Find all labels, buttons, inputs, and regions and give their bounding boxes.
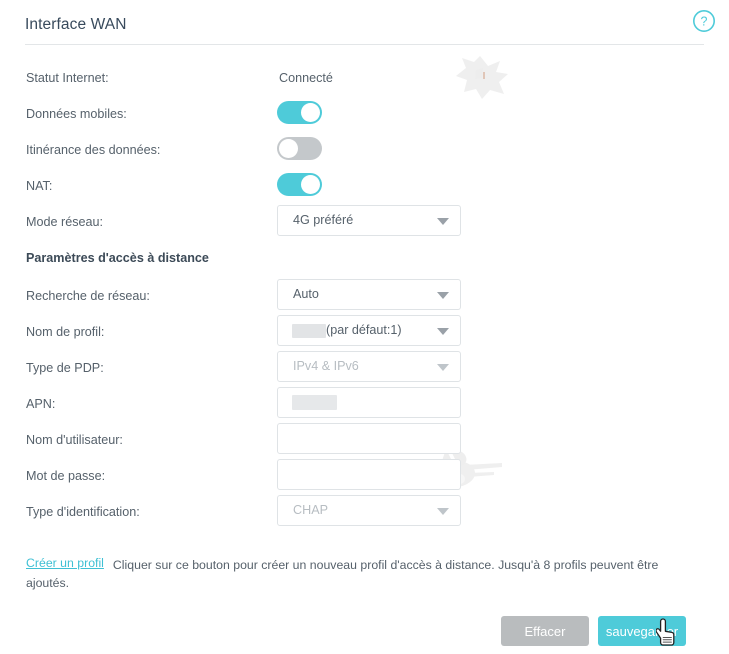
- label-password: Mot de passe:: [26, 469, 106, 483]
- apn-input[interactable]: [277, 387, 461, 418]
- redacted-profile-name: [292, 324, 326, 338]
- save-button[interactable]: sauvegarder: [598, 616, 686, 646]
- dropdown-network-search-value: Auto: [293, 287, 319, 301]
- row-network-search: Recherche de réseau: Auto: [0, 279, 729, 311]
- dropdown-network-search[interactable]: Auto: [277, 279, 461, 310]
- chevron-down-icon: [437, 364, 449, 371]
- label-network-mode: Mode réseau:: [26, 215, 104, 229]
- row-password: Mot de passe:: [0, 459, 729, 491]
- row-username: Nom d'utilisateur:: [0, 423, 729, 455]
- row-network-mode: Mode réseau: 4G préféré: [0, 205, 729, 237]
- chevron-down-icon: [437, 508, 449, 515]
- toggle-knob: [301, 103, 320, 122]
- dropdown-profile-name-value: (par défaut:1): [326, 323, 402, 337]
- label-mobile-data: Données mobiles:: [26, 107, 127, 121]
- label-username: Nom d'utilisateur:: [26, 433, 123, 447]
- toggle-knob: [279, 139, 298, 158]
- dropdown-auth-type[interactable]: CHAP: [277, 495, 461, 526]
- clear-button[interactable]: Effacer: [501, 616, 589, 646]
- label-nat: NAT:: [26, 179, 53, 193]
- row-data-roaming: Itinérance des données:: [0, 135, 729, 165]
- row-mobile-data: Données mobiles:: [0, 99, 729, 129]
- section-title-remote-access: Paramètres d'accès à distance: [26, 251, 209, 265]
- value-internet-status: Connecté: [279, 71, 333, 85]
- row-nat: NAT:: [0, 171, 729, 201]
- dropdown-network-mode[interactable]: 4G préféré: [277, 205, 461, 236]
- row-pdp-type: Type de PDP: IPv4 & IPv6: [0, 351, 729, 383]
- toggle-mobile-data[interactable]: [277, 101, 322, 124]
- create-profile-note: Créer un profil Cliquer sur ce bouton po…: [26, 556, 686, 592]
- password-input[interactable]: [277, 459, 461, 490]
- row-profile-name: Nom de profil: (par défaut:1): [0, 315, 729, 347]
- label-data-roaming: Itinérance des données:: [26, 143, 161, 157]
- toggle-data-roaming[interactable]: [277, 137, 322, 160]
- row-auth-type: Type d'identification: CHAP: [0, 495, 729, 527]
- dropdown-profile-name[interactable]: (par défaut:1): [277, 315, 461, 346]
- toggle-knob: [301, 175, 320, 194]
- username-input[interactable]: [277, 423, 461, 454]
- label-network-search: Recherche de réseau:: [26, 289, 150, 303]
- row-internet-status: Statut Internet: Connecté: [0, 63, 729, 93]
- label-auth-type: Type d'identification:: [26, 505, 140, 519]
- chevron-down-icon: [437, 218, 449, 225]
- label-pdp-type: Type de PDP:: [26, 361, 104, 375]
- redacted-apn-value: [292, 395, 337, 410]
- label-profile-name: Nom de profil:: [26, 325, 105, 339]
- label-internet-status: Statut Internet:: [26, 71, 109, 85]
- row-apn: APN:: [0, 387, 729, 419]
- chevron-down-icon: [437, 328, 449, 335]
- create-profile-link[interactable]: Créer un profil: [26, 556, 104, 570]
- create-profile-description: Cliquer sur ce bouton pour créer un nouv…: [26, 558, 659, 590]
- dropdown-pdp-type[interactable]: IPv4 & IPv6: [277, 351, 461, 382]
- dropdown-auth-type-value: CHAP: [293, 503, 328, 517]
- toggle-nat[interactable]: [277, 173, 322, 196]
- wan-interface-page: Interface WAN ? Statut Internet: Connect…: [0, 0, 729, 654]
- chevron-down-icon: [437, 292, 449, 299]
- dropdown-network-mode-value: 4G préféré: [293, 213, 354, 227]
- row-section-remote-access: Paramètres d'accès à distance: [0, 243, 729, 273]
- dropdown-pdp-type-value: IPv4 & IPv6: [293, 359, 359, 373]
- label-apn: APN:: [26, 397, 56, 411]
